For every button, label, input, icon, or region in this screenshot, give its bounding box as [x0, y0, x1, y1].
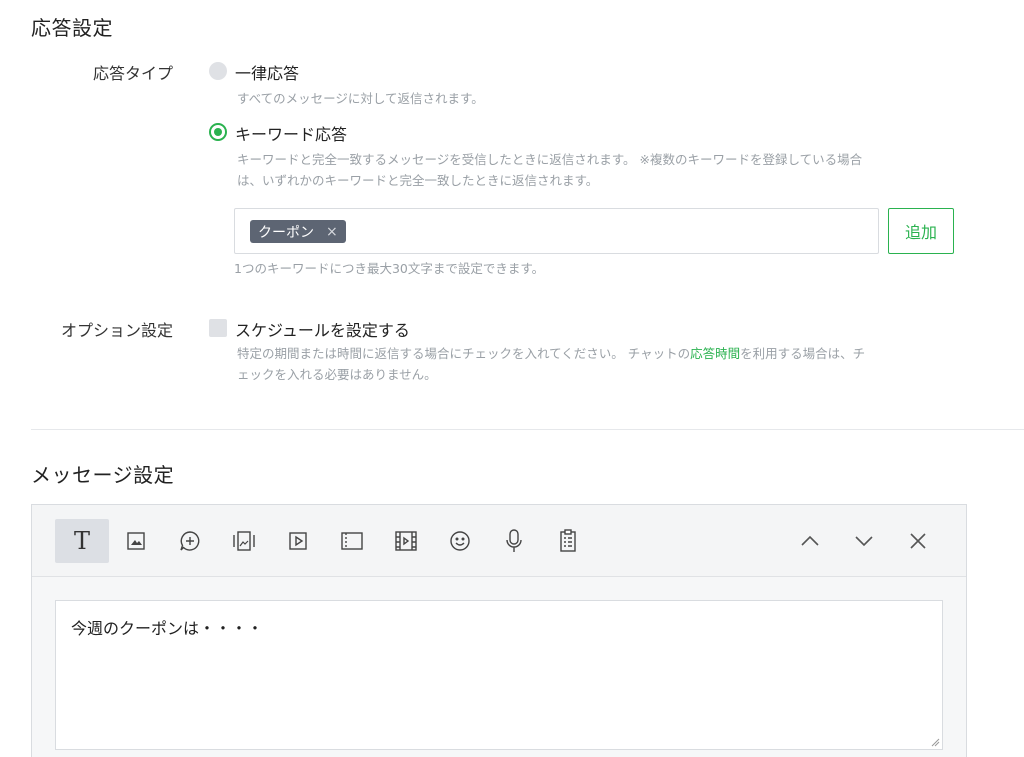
message-text: 今週のクーポンは・・・・ [71, 619, 264, 638]
text-icon[interactable]: T [55, 519, 109, 563]
uniform-response-label[interactable]: 一律応答 [235, 60, 299, 84]
chevron-down-icon[interactable] [837, 519, 891, 563]
schedule-checkbox-label[interactable]: スケジュールを設定する [235, 317, 410, 341]
film-icon[interactable] [379, 519, 433, 563]
card-icon[interactable] [325, 519, 379, 563]
message-textarea[interactable]: 今週のクーポンは・・・・ [55, 600, 943, 750]
clipboard-icon[interactable] [541, 519, 595, 563]
keyword-limit-hint: 1つのキーワードにつき最大30文字まで設定できます。 [234, 261, 545, 276]
schedule-hint-text-1: 特定の期間または時間に返信する場合にチェックを入れてください。 チャットの [237, 346, 691, 361]
chip-remove-icon[interactable]: × [326, 224, 338, 240]
close-icon[interactable] [891, 519, 945, 563]
schedule-hint-line2: ェックを入れる必要はありません。 [237, 367, 437, 382]
message-editor: T 今週のクーポンは・・・・ [31, 504, 967, 757]
editor-toolbar: T [32, 505, 966, 577]
uniform-response-hint: すべてのメッセージに対して返信されます。 [237, 91, 484, 106]
keyword-chip: クーポン × [250, 220, 346, 243]
schedule-hint-line1: 特定の期間または時間に返信する場合にチェックを入れてください。 チャットの応答時… [237, 343, 865, 364]
keyword-chip-label: クーポン [258, 224, 314, 241]
chevron-up-icon[interactable] [783, 519, 837, 563]
microphone-icon[interactable] [487, 519, 541, 563]
option-settings-label: オプション設定 [60, 321, 173, 340]
radio-keyword-response[interactable] [209, 123, 227, 141]
message-settings-title: メッセージ設定 [31, 463, 175, 487]
keyword-response-hint-line1: キーワードと完全一致するメッセージを受信したときに返信されます。 ※複数のキーワ… [237, 152, 863, 167]
keyword-response-hint-line2: は、いずれかのキーワードと完全一致したときに返信されます。 [237, 173, 599, 188]
schedule-checkbox[interactable] [209, 319, 227, 337]
schedule-hint-text-2: を利用する場合は、チ [740, 346, 866, 361]
image-carousel-icon[interactable] [217, 519, 271, 563]
image-icon[interactable] [109, 519, 163, 563]
emoji-icon[interactable] [433, 519, 487, 563]
response-type-label: 応答タイプ [92, 64, 173, 83]
keyword-response-label[interactable]: キーワード応答 [235, 121, 347, 145]
response-settings-title: 応答設定 [31, 16, 113, 40]
response-time-link[interactable]: 応答時間 [690, 346, 740, 361]
section-divider [31, 429, 1024, 430]
radio-uniform-response[interactable] [209, 62, 227, 80]
video-icon[interactable] [271, 519, 325, 563]
resize-handle-icon[interactable] [930, 737, 940, 747]
keyword-input[interactable]: クーポン × [234, 208, 879, 254]
chat-plus-icon[interactable] [163, 519, 217, 563]
add-keyword-button[interactable]: 追加 [888, 208, 954, 254]
